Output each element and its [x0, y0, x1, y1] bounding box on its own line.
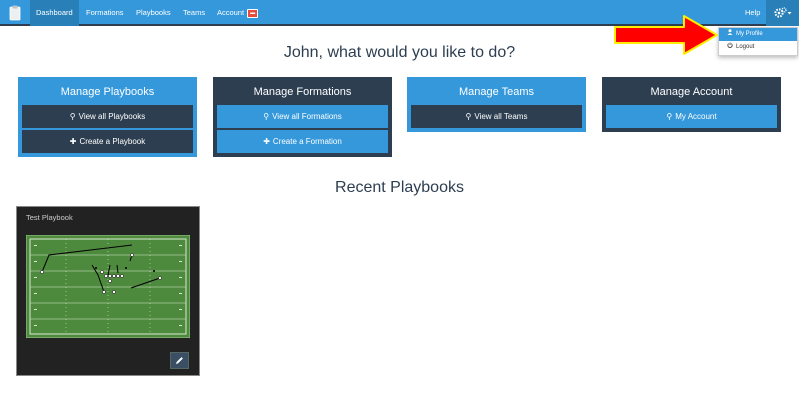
panel-title: Manage Teams	[458, 86, 534, 98]
create-formation-button[interactable]: ✚ Create a Formation	[217, 130, 388, 153]
menu-item-label: My Profile	[736, 31, 763, 37]
button-label: View all Teams	[474, 112, 528, 121]
play-diagram-thumbnail	[26, 235, 190, 338]
pencil-icon	[176, 357, 183, 364]
greeting-heading: John, what would you like to do?	[283, 44, 516, 61]
panel-manage-teams: Manage Teams ⚲ View all Teams	[407, 77, 586, 132]
nav-teams[interactable]: Teams	[177, 0, 211, 26]
edit-playbook-button[interactable]	[170, 352, 189, 369]
nav-formations[interactable]: Formations	[80, 0, 130, 26]
panel-manage-account: Manage Account ⚲ My Account	[602, 77, 781, 132]
playbook-card[interactable]: Test Playbook	[16, 206, 200, 376]
playbook-title: Test Playbook	[26, 213, 73, 222]
view-all-formations-button[interactable]: ⚲ View all Formations	[217, 105, 388, 128]
nav-playbooks[interactable]: Playbooks	[130, 0, 177, 26]
nav-dashboard[interactable]: Dashboard	[30, 0, 79, 26]
create-playbook-button[interactable]: ✚ Create a Playbook	[22, 130, 193, 153]
button-label: View all Playbooks	[78, 112, 146, 121]
panel-manage-formations: Manage Formations ⚲ View all Formations ✚…	[213, 77, 392, 157]
recent-playbooks-heading: Recent Playbooks	[335, 179, 464, 196]
user-icon	[727, 28, 733, 41]
plus-icon: ✚	[263, 137, 270, 146]
panel-title: Manage Account	[650, 86, 733, 98]
view-all-playbooks-button[interactable]: ⚲ View all Playbooks	[22, 105, 193, 128]
button-label: View all Formations	[272, 112, 342, 121]
cogs-icon	[773, 7, 791, 18]
my-account-button[interactable]: ⚲ My Account	[606, 105, 777, 128]
button-label: Create a Formation	[272, 137, 342, 146]
plus-icon: ✚	[69, 137, 77, 146]
account-card-icon: ▬	[247, 8, 259, 18]
settings-menu-button[interactable]	[766, 0, 799, 26]
button-label: My Account	[675, 112, 717, 121]
search-icon: ⚲	[666, 112, 673, 121]
panel-manage-playbooks: Manage Playbooks ⚲ View all Playbooks ✚ Cr…	[18, 77, 197, 157]
search-icon: ⚲	[69, 112, 76, 121]
search-icon: ⚲	[263, 112, 270, 121]
panel-title: Manage Playbooks	[60, 86, 155, 98]
nav-account[interactable]: Account ▬	[211, 0, 264, 26]
nav-account-label: Account	[217, 8, 245, 17]
nav-help[interactable]: Help	[739, 0, 766, 26]
view-all-teams-button[interactable]: ⚲ View all Teams	[411, 105, 582, 128]
menu-item-my-profile[interactable]: My Profile	[719, 28, 797, 41]
clipboard-logo-icon[interactable]	[0, 0, 30, 26]
panel-title: Manage Formations	[253, 86, 352, 98]
button-label: Create a Playbook	[79, 137, 146, 146]
search-icon: ⚲	[465, 112, 472, 121]
